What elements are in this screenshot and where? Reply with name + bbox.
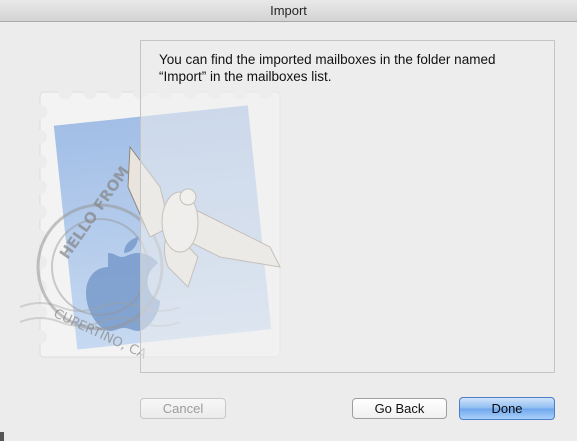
title-bar[interactable]: Import: [0, 0, 577, 22]
dialog-content: HELLO FROM CUPERTINO, CA You can find th…: [0, 22, 577, 441]
import-complete-message: You can find the imported mailboxes in t…: [159, 52, 496, 84]
cancel-button[interactable]: Cancel: [140, 398, 226, 419]
info-panel: You can find the imported mailboxes in t…: [140, 40, 555, 373]
window-title: Import: [270, 3, 307, 18]
done-button[interactable]: Done: [459, 397, 555, 420]
go-back-button[interactable]: Go Back: [352, 398, 447, 419]
import-window: Import HELLO FROM CUPERTINO, CA You can …: [0, 0, 577, 441]
window-edge-marker: [0, 432, 4, 441]
